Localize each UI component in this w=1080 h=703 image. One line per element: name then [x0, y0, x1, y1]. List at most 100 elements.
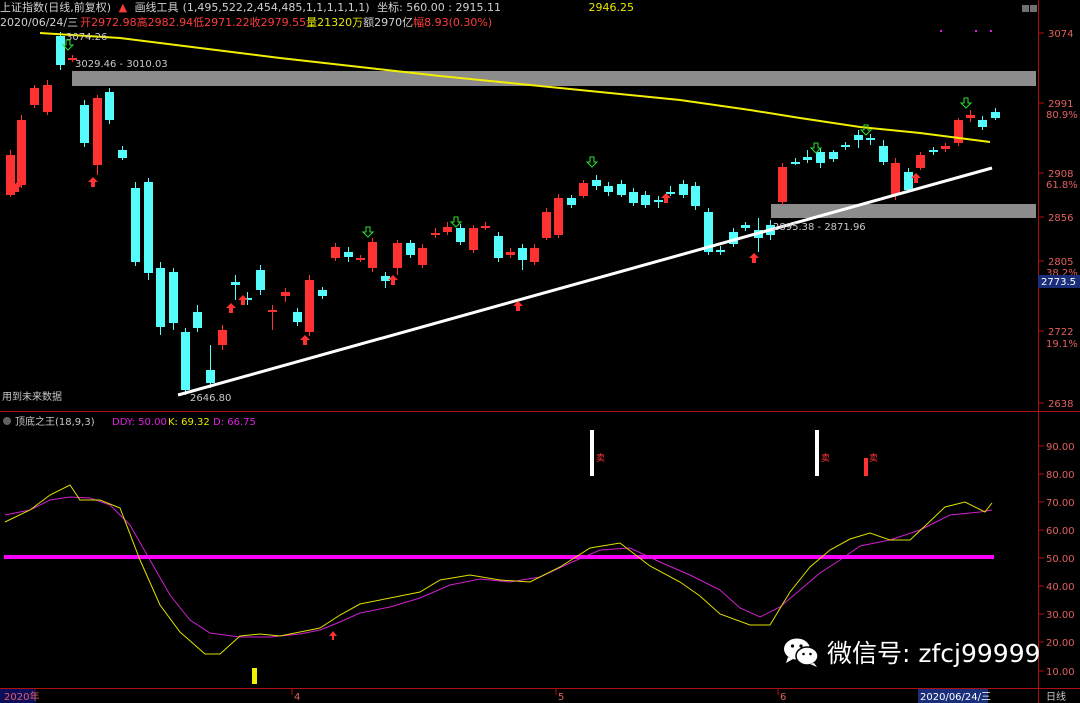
candle[interactable]	[494, 232, 503, 262]
buy-bar	[252, 668, 257, 684]
candle-body	[530, 248, 539, 262]
candle[interactable]	[604, 182, 613, 196]
candle[interactable]	[829, 150, 838, 162]
candle[interactable]	[131, 182, 140, 266]
candle[interactable]	[991, 108, 1000, 120]
candle-body	[443, 227, 452, 232]
candle[interactable]	[206, 345, 215, 388]
candle[interactable]	[791, 158, 800, 165]
candle[interactable]	[443, 222, 452, 235]
candle[interactable]	[679, 180, 688, 198]
settings-icon[interactable]	[3, 417, 11, 425]
candle[interactable]	[118, 146, 127, 160]
candle[interactable]	[356, 255, 365, 262]
candle-body	[356, 258, 365, 260]
candle-body	[854, 135, 863, 140]
candle[interactable]	[469, 225, 478, 253]
candle-body	[93, 98, 102, 165]
candle[interactable]	[281, 288, 290, 302]
candle[interactable]	[393, 240, 402, 275]
trend-line[interactable]	[177, 166, 993, 397]
candle-body	[778, 167, 787, 202]
candle[interactable]	[218, 325, 227, 350]
candle[interactable]	[579, 180, 588, 198]
candle-body	[418, 248, 427, 265]
indicator-title[interactable]: 顶底之王(18,9,3)	[15, 415, 95, 428]
candle[interactable]	[617, 180, 626, 197]
candle-body	[318, 290, 327, 296]
candle[interactable]	[854, 130, 863, 148]
indicator-k: K: 69.32	[168, 417, 210, 428]
candle[interactable]	[866, 134, 875, 145]
candle[interactable]	[169, 268, 178, 330]
candle[interactable]	[144, 178, 153, 280]
candle[interactable]	[80, 100, 89, 147]
candle[interactable]	[691, 182, 700, 210]
candle[interactable]	[418, 244, 427, 268]
next-icon[interactable]	[1030, 5, 1037, 12]
candle[interactable]	[305, 275, 314, 336]
candle[interactable]	[368, 238, 377, 272]
candle[interactable]	[17, 115, 26, 188]
candle[interactable]	[803, 150, 812, 163]
candle[interactable]	[93, 95, 102, 175]
candle[interactable]	[30, 85, 39, 108]
candle[interactable]	[978, 116, 987, 130]
candle[interactable]	[256, 265, 265, 295]
candle[interactable]	[156, 262, 165, 335]
resistance-box[interactable]	[72, 71, 1036, 86]
candlestick-chart[interactable]: 3074299129082856280527222638 80.9%61.8%3…	[0, 0, 1080, 703]
candle[interactable]	[406, 240, 415, 258]
candle-body	[954, 120, 963, 143]
candle[interactable]	[879, 140, 888, 165]
candle[interactable]	[331, 243, 340, 261]
candle-body	[679, 184, 688, 195]
candle[interactable]	[456, 224, 465, 245]
candle[interactable]	[56, 32, 65, 70]
candle[interactable]	[716, 246, 725, 255]
candle[interactable]	[741, 222, 750, 231]
candle[interactable]	[592, 175, 601, 190]
fib-label: 80.9%	[1046, 110, 1078, 121]
candle[interactable]	[105, 88, 114, 124]
candle[interactable]	[193, 305, 202, 332]
candle[interactable]	[318, 287, 327, 299]
candle[interactable]	[181, 328, 190, 395]
candle[interactable]	[641, 191, 650, 208]
candle[interactable]	[231, 275, 240, 300]
indicator-axis: 90.00 80.00 70.00 60.00 50.00 40.00 30.00 20.00…	[1038, 442, 1075, 678]
prev-icon[interactable]	[1022, 5, 1029, 12]
candle[interactable]	[904, 168, 913, 192]
nav-buttons[interactable]	[1022, 5, 1037, 12]
candle[interactable]	[506, 248, 515, 258]
candle[interactable]	[293, 308, 302, 326]
support-box[interactable]	[771, 204, 1036, 218]
candle[interactable]	[344, 247, 353, 262]
candle[interactable]	[954, 118, 963, 146]
candle[interactable]	[966, 110, 975, 122]
candle-body	[604, 186, 613, 192]
candle[interactable]	[554, 194, 563, 238]
candle[interactable]	[778, 163, 787, 205]
candle[interactable]	[268, 305, 277, 330]
candle[interactable]	[481, 222, 490, 230]
candle[interactable]	[729, 228, 738, 247]
candle[interactable]	[542, 208, 551, 240]
candle[interactable]	[431, 228, 440, 238]
price-axis: 3074 2991 2908 2856 2805 2722 2638	[1038, 29, 1073, 410]
candle-body	[666, 192, 675, 194]
candle[interactable]	[567, 195, 576, 208]
candle[interactable]	[916, 152, 925, 170]
period-label[interactable]: 日线	[1046, 690, 1066, 703]
box-top-label: 3029.46 - 3010.03	[75, 59, 168, 70]
candle-body	[305, 280, 314, 332]
candle[interactable]	[530, 244, 539, 265]
candle[interactable]	[518, 244, 527, 270]
candle[interactable]	[43, 80, 52, 115]
candle[interactable]	[6, 150, 15, 197]
candle[interactable]	[929, 147, 938, 155]
candle[interactable]	[841, 142, 850, 150]
k-line	[4, 484, 993, 655]
candle[interactable]	[629, 188, 638, 206]
candle[interactable]	[941, 143, 950, 152]
